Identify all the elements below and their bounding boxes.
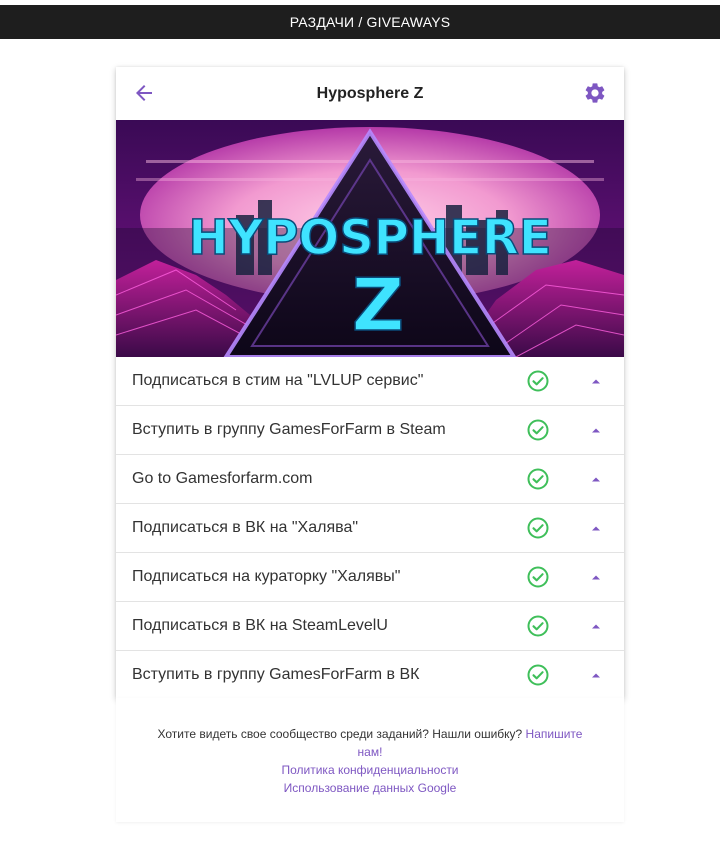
- task-item[interactable]: Подписаться на кураторку "Халявы": [116, 553, 624, 602]
- chevron-up-icon[interactable]: [590, 524, 602, 532]
- chevron-up-icon[interactable]: [590, 622, 602, 630]
- task-label: Вступить в группу GamesForFarm в Steam: [132, 421, 446, 438]
- chevron-up-icon[interactable]: [590, 573, 602, 581]
- task-label: Вступить в группу GamesForFarm в ВК: [132, 666, 420, 683]
- gear-icon: [585, 83, 605, 103]
- banner-title-text: HYPOSPHERE: [188, 210, 551, 266]
- task-label: Подписаться в ВК на SteamLevelU: [132, 617, 388, 634]
- task-item[interactable]: Go to Gamesforfarm.com: [116, 455, 624, 504]
- settings-button[interactable]: [583, 81, 607, 105]
- task-item[interactable]: Вступить в группу GamesForFarm в Steam: [116, 406, 624, 455]
- check-circle-icon: [527, 419, 549, 441]
- giveaway-banner-image: HYPOSPHERE Z: [116, 120, 624, 357]
- task-list: Подписаться в стим на "LVLUP сервис" Вст…: [116, 357, 624, 699]
- giveaway-title: Hyposphere Z: [316, 85, 424, 102]
- privacy-policy-link[interactable]: Политика конфиденциальности: [281, 763, 458, 777]
- check-circle-icon: [527, 517, 549, 539]
- task-item[interactable]: Подписаться в ВК на SteamLevelU: [116, 602, 624, 651]
- task-label: Подписаться в ВК на "Халява": [132, 519, 359, 536]
- footer-question: Хотите видеть свое сообщество среди зада…: [146, 725, 594, 761]
- chevron-up-icon[interactable]: [590, 475, 602, 483]
- task-item[interactable]: Подписаться в стим на "LVLUP сервис": [116, 357, 624, 406]
- task-label: Подписаться на кураторку "Халявы": [132, 568, 401, 585]
- task-label: Go to Gamesforfarm.com: [132, 470, 313, 487]
- google-data-link[interactable]: Использование данных Google: [284, 781, 457, 795]
- chevron-up-icon[interactable]: [590, 671, 602, 679]
- chevron-up-icon[interactable]: [590, 426, 602, 434]
- footer: Хотите видеть свое сообщество среди зада…: [116, 698, 624, 822]
- check-circle-icon: [527, 664, 549, 686]
- check-circle-icon: [527, 468, 549, 490]
- banner-subtitle-text: Z: [352, 263, 404, 347]
- card-header: Hyposphere Z: [116, 67, 624, 120]
- chevron-up-icon[interactable]: [590, 377, 602, 385]
- check-circle-icon: [527, 615, 549, 637]
- task-item[interactable]: Вступить в группу GamesForFarm в ВК: [116, 651, 624, 699]
- footer-question-text: Хотите видеть свое сообщество среди зада…: [157, 727, 526, 741]
- giveaway-card: Hyposphere Z HYPOSPHERE Z Подписаться в …: [116, 67, 624, 698]
- check-circle-icon: [527, 566, 549, 588]
- check-circle-icon: [527, 370, 549, 392]
- top-banner: РАЗДАЧИ / GIVEAWAYS: [0, 5, 720, 39]
- task-label: Подписаться в стим на "LVLUP сервис": [132, 372, 424, 389]
- task-item[interactable]: Подписаться в ВК на "Халява": [116, 504, 624, 553]
- page-title: РАЗДАЧИ / GIVEAWAYS: [289, 14, 451, 30]
